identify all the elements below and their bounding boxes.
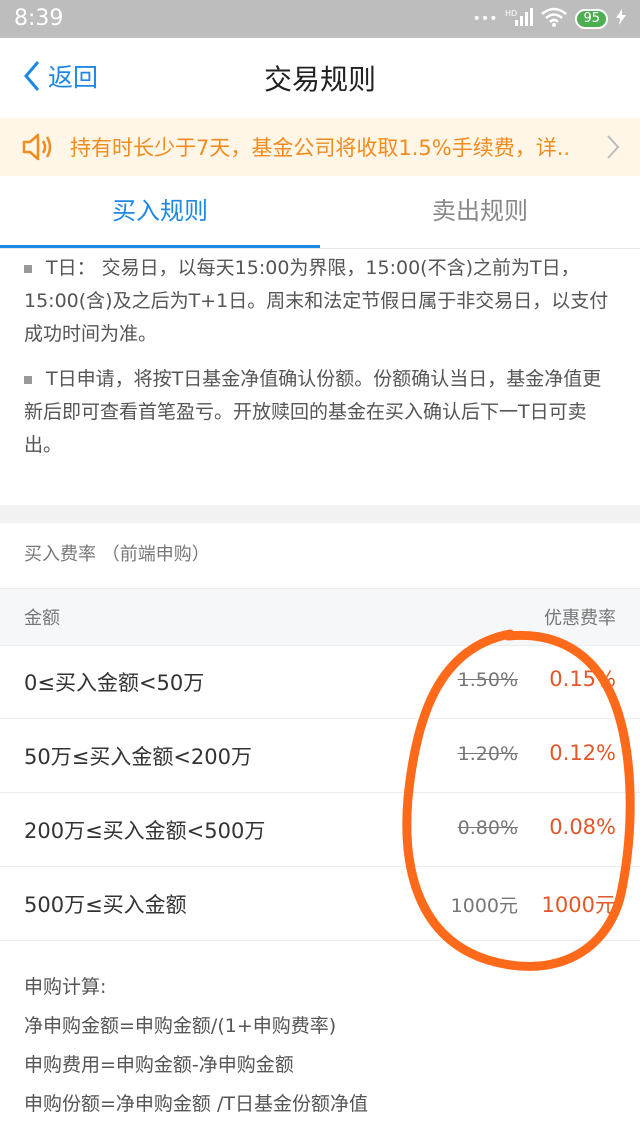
bullet-icon: [24, 375, 32, 384]
amount-range: 500万≤买入金额: [24, 893, 187, 917]
amount-range: 200万≤买入金额<500万: [24, 819, 266, 843]
fee-section-title: 买入费率 （前端申购）: [24, 544, 210, 565]
original-rate: 1.50%: [457, 669, 518, 691]
rule-item: T日： 交易日，以每天15:00为界限，15:00(不含)之前为T日，15:00…: [24, 252, 616, 351]
fee-table-header: 金额 优惠费率: [0, 588, 640, 646]
wifi-icon: [541, 7, 568, 31]
discount-rate: 0.08%: [549, 815, 616, 839]
status-time: 8:39: [14, 6, 64, 31]
nav-bar: 返回 交易规则: [0, 38, 640, 118]
amount-range: 50万≤买入金额<200万: [24, 745, 252, 769]
page-title: 交易规则: [263, 63, 376, 96]
battery-icon: 95: [575, 9, 608, 29]
notice-banner[interactable]: 持有时长少于7天，基金公司将收取1.5%手续费，详..: [0, 118, 640, 176]
rule-tabs: 买入规则 卖出规则: [0, 176, 640, 249]
rule-text: T日： 交易日，以每天15:00为界限，15:00(不含)之前为T日，15:00…: [24, 257, 609, 345]
speaker-icon: [22, 133, 52, 161]
table-row: 500万≤买入金额 1000元 1000元: [0, 867, 640, 941]
discount-rate: 0.12%: [549, 741, 616, 765]
original-rate: 1.20%: [457, 743, 518, 765]
tab-sell-rules[interactable]: 卖出规则: [320, 176, 640, 248]
more-dots-icon: •••: [472, 11, 498, 27]
notice-text: 持有时长少于7天，基金公司将收取1.5%手续费，详..: [70, 136, 571, 160]
original-rate: 0.80%: [457, 817, 518, 839]
rule-item: T日申请，将按T日基金净值确认份额。份额确认当日，基金净值更新后即可查看首笔盈亏…: [24, 363, 616, 462]
status-icons: ••• HD 95: [473, 7, 626, 31]
bullet-icon: [24, 264, 32, 273]
discount-rate: 1000元: [541, 893, 616, 917]
tab-buy-rules[interactable]: 买入规则: [0, 176, 320, 248]
signal-icon: HD: [505, 8, 534, 30]
chevron-right-icon: [607, 135, 620, 159]
calc-line: 申购费用=申购金额-净申购金额: [24, 1054, 294, 1076]
section-divider: [0, 505, 640, 523]
table-row: 0≤买入金额<50万 1.50% 0.15%: [0, 645, 640, 719]
active-tab-indicator: [0, 245, 320, 248]
discount-rate: 0.15%: [549, 667, 616, 691]
header-amount: 金额: [24, 608, 60, 629]
calc-title: 申购计算:: [24, 976, 107, 998]
rules-list: T日： 交易日，以每天15:00为界限，15:00(不含)之前为T日，15:00…: [24, 252, 616, 474]
calc-line: 净申购金额=申购金额/(1+申购费率): [24, 1015, 337, 1037]
original-rate: 1000元: [450, 895, 518, 917]
calculation-notes: 申购计算: 净申购金额=申购金额/(1+申购费率) 申购费用=申购金额-净申购金…: [24, 968, 368, 1124]
svg-text:HD: HD: [505, 9, 517, 18]
charging-icon: [616, 9, 626, 29]
amount-range: 0≤买入金额<50万: [24, 671, 205, 695]
status-bar: 8:39 ••• HD 95: [0, 0, 640, 38]
header-discount: 优惠费率: [544, 608, 616, 629]
calc-line: 申购份额=净申购金额 /T日基金份额净值: [24, 1093, 368, 1115]
table-row: 200万≤买入金额<500万 0.80% 0.08%: [0, 793, 640, 867]
rule-text: T日申请，将按T日基金净值确认份额。份额确认当日，基金净值更新后即可查看首笔盈亏…: [24, 368, 602, 456]
table-row: 50万≤买入金额<200万 1.20% 0.12%: [0, 719, 640, 793]
